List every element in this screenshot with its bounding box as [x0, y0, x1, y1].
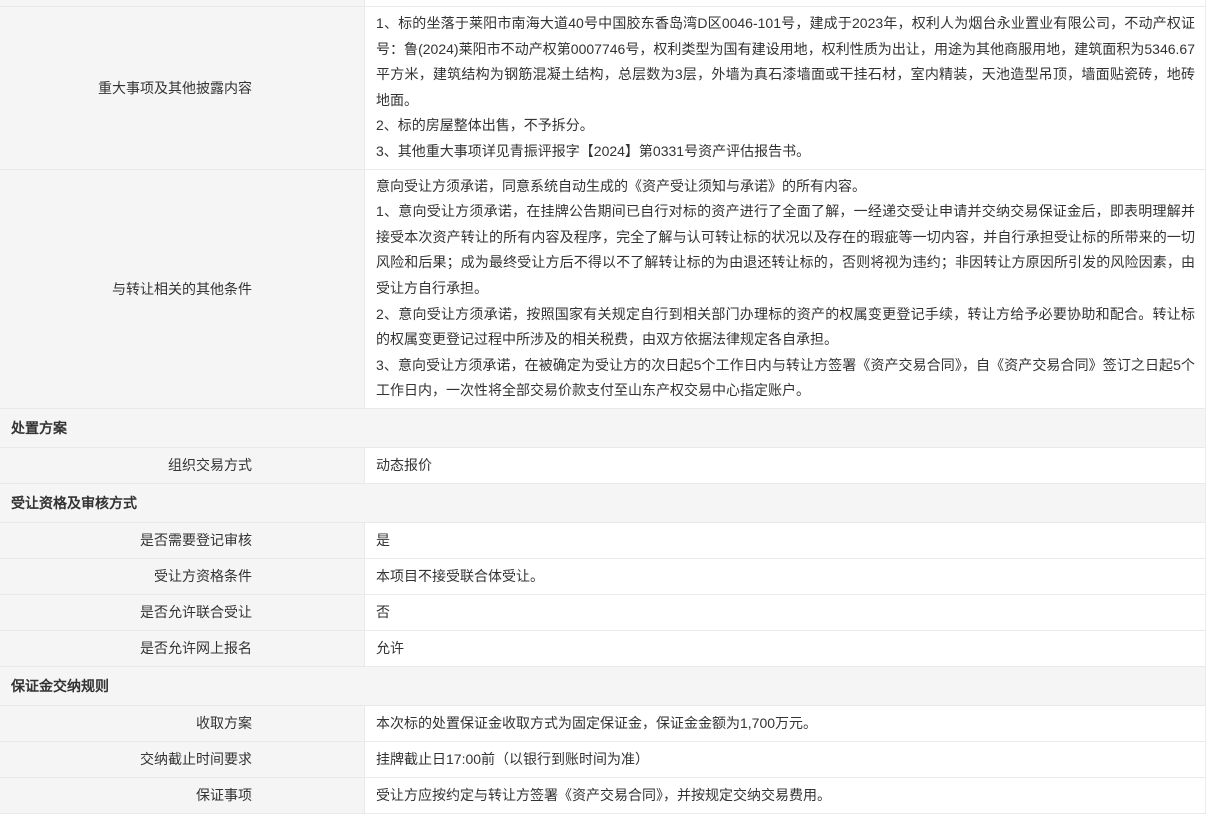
table-row-payment-deadline: 交纳截止时间要求 挂牌截止日17:00前（以银行到账时间为准）	[0, 742, 1205, 778]
table-row-collection-plan: 收取方案 本次标的处置保证金收取方式为固定保证金，保证金金额为1,700万元。	[0, 706, 1205, 742]
table-row-allow-online-signup: 是否允许网上报名 允许	[0, 631, 1205, 667]
row-label: 是否允许联合受让	[0, 595, 365, 630]
section-header-deposit-rules: 保证金交纳规则	[0, 667, 1205, 706]
table-row-major-disclosure: 重大事项及其他披露内容 1、标的坐落于莱阳市南海大道40号中国胶东香岛湾D区00…	[0, 7, 1205, 170]
row-content: 意向受让方须承诺，同意系统自动生成的《资产受让须知与承诺》的所有内容。 1、意向…	[365, 170, 1205, 408]
row-label: 重大事项及其他披露内容	[0, 7, 365, 169]
asset-disclosure-table: 重大事项及其他披露内容 1、标的坐落于莱阳市南海大道40号中国胶东香岛湾D区00…	[0, 0, 1206, 814]
row-value: 是	[365, 523, 1205, 558]
paragraph: 1、标的坐落于莱阳市南海大道40号中国胶东香岛湾D区0046-101号，建成于2…	[376, 11, 1195, 113]
row-label: 是否允许网上报名	[0, 631, 365, 666]
row-label: 收取方案	[0, 706, 365, 741]
section-header-disposal-plan: 处置方案	[0, 409, 1205, 448]
table-row-transfer-conditions: 与转让相关的其他条件 意向受让方须承诺，同意系统自动生成的《资产受让须知与承诺》…	[0, 170, 1205, 409]
paragraph: 1、意向受让方须承诺，在挂牌公告期间已自行对标的资产进行了全面了解，一经递交受让…	[376, 199, 1195, 301]
row-value: 否	[365, 595, 1205, 630]
paragraph: 意向受让方须承诺，同意系统自动生成的《资产受让须知与承诺》的所有内容。	[376, 174, 1195, 200]
row-value: 挂牌截止日17:00前（以银行到账时间为准）	[365, 742, 1205, 777]
table-row-allow-joint-transfer: 是否允许联合受让 否	[0, 595, 1205, 631]
row-content: 1、标的坐落于莱阳市南海大道40号中国胶东香岛湾D区0046-101号，建成于2…	[365, 7, 1205, 169]
row-label: 交纳截止时间要求	[0, 742, 365, 777]
table-row-need-registration-review: 是否需要登记审核 是	[0, 523, 1205, 559]
row-value: 受让方应按约定与转让方签署《资产交易合同》，并按规定交纳交易费用。	[365, 778, 1205, 813]
paragraph: 2、标的房屋整体出售，不予拆分。	[376, 113, 1195, 139]
paragraph: 2、意向受让方须承诺，按照国家有关规定自行到相关部门办理标的资产的权属变更登记手…	[376, 302, 1195, 353]
row-value: 允许	[365, 631, 1205, 666]
row-label: 受让方资格条件	[0, 559, 365, 594]
paragraph: 3、意向受让方须承诺，在被确定为受让方的次日起5个工作日内与转让方签署《资产交易…	[376, 353, 1195, 404]
table-row-transferee-qualification: 受让方资格条件 本项目不接受联合体受让。	[0, 559, 1205, 595]
table-row-trade-method: 组织交易方式 动态报价	[0, 448, 1205, 484]
table-row-clipped	[0, 0, 1205, 7]
row-value: 本次标的处置保证金收取方式为固定保证金，保证金金额为1,700万元。	[365, 706, 1205, 741]
row-label: 是否需要登记审核	[0, 523, 365, 558]
section-header-qualification-review: 受让资格及审核方式	[0, 484, 1205, 523]
paragraph: 3、其他重大事项详见青振评报字【2024】第0331号资产评估报告书。	[376, 139, 1195, 165]
row-label: 保证事项	[0, 778, 365, 813]
row-value: 动态报价	[365, 448, 1205, 483]
table-row-guarantee-matters: 保证事项 受让方应按约定与转让方签署《资产交易合同》，并按规定交纳交易费用。	[0, 778, 1205, 814]
row-label	[0, 0, 365, 6]
row-value: 本项目不接受联合体受让。	[365, 559, 1205, 594]
row-label: 组织交易方式	[0, 448, 365, 483]
row-label: 与转让相关的其他条件	[0, 170, 365, 408]
